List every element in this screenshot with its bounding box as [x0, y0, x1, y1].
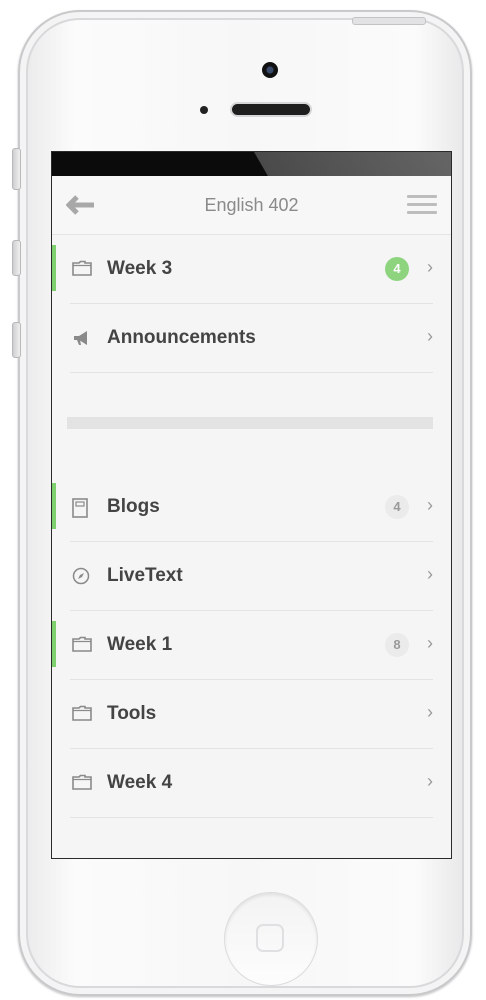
list-item[interactable]: Week 1 8 › — [52, 611, 451, 680]
list-item-label: Tools — [107, 703, 157, 724]
list-item[interactable]: Blogs 4 › — [52, 473, 451, 542]
app-view: English 402 Week 3 4 › Announcements › Blogs… — [52, 176, 451, 858]
course-list-secondary: Blogs 4 › LiveText › Week 1 8 › Tools › Week 4 › — [52, 473, 451, 818]
course-list-primary: Week 3 4 › Announcements › — [52, 235, 451, 373]
list-item[interactable]: Tools › — [52, 680, 451, 749]
page-title: English 402 — [204, 195, 299, 215]
mute-switch — [12, 148, 21, 190]
section-separator — [52, 373, 451, 473]
list-item-label: Blogs — [107, 496, 160, 517]
separator-bar — [67, 417, 433, 429]
list-item-label: Announcements — [107, 327, 256, 348]
chevron-right-icon: › — [427, 702, 433, 722]
list-item[interactable]: Announcements › — [52, 304, 451, 373]
power-button — [352, 17, 426, 25]
list-item-label: LiveText — [107, 565, 183, 586]
list-item-label: Week 3 — [107, 258, 173, 279]
folder-icon — [72, 774, 92, 792]
folder-icon — [72, 636, 92, 654]
row-divider — [70, 817, 433, 818]
volume-up-button — [12, 240, 21, 276]
list-item[interactable]: LiveText › — [52, 542, 451, 611]
chevron-right-icon: › — [427, 771, 433, 791]
chevron-right-icon: › — [427, 633, 433, 653]
chevron-right-icon: › — [427, 257, 433, 277]
front-camera — [262, 62, 278, 78]
hamburger-menu-icon[interactable] — [407, 195, 437, 215]
status-bar-glare — [254, 152, 451, 176]
compass-icon — [72, 567, 92, 585]
list-item-label: Week 4 — [107, 772, 173, 793]
proximity-sensor — [200, 106, 208, 114]
volume-down-button — [12, 322, 21, 358]
count-badge: 4 — [385, 495, 409, 519]
list-item[interactable]: Week 4 › — [52, 749, 451, 818]
nav-bar: English 402 — [52, 176, 451, 235]
unread-indicator — [52, 245, 56, 291]
phone-screen: English 402 Week 3 4 › Announcements › Blogs… — [51, 151, 452, 859]
count-badge: 8 — [385, 633, 409, 657]
list-item-label: Week 1 — [107, 634, 173, 655]
list-item[interactable]: Week 3 4 › — [52, 235, 451, 304]
folder-icon — [72, 260, 92, 278]
unread-indicator — [52, 621, 56, 667]
notebook-icon — [72, 498, 92, 518]
chevron-right-icon: › — [427, 564, 433, 584]
folder-icon — [72, 705, 92, 723]
count-badge: 4 — [385, 257, 409, 281]
home-button[interactable] — [224, 892, 318, 986]
unread-indicator — [52, 483, 56, 529]
earpiece-speaker — [232, 104, 310, 115]
chevron-right-icon: › — [427, 326, 433, 346]
status-bar — [52, 152, 451, 176]
megaphone-icon — [72, 329, 92, 347]
chevron-right-icon: › — [427, 495, 433, 515]
home-square-icon — [256, 924, 284, 952]
